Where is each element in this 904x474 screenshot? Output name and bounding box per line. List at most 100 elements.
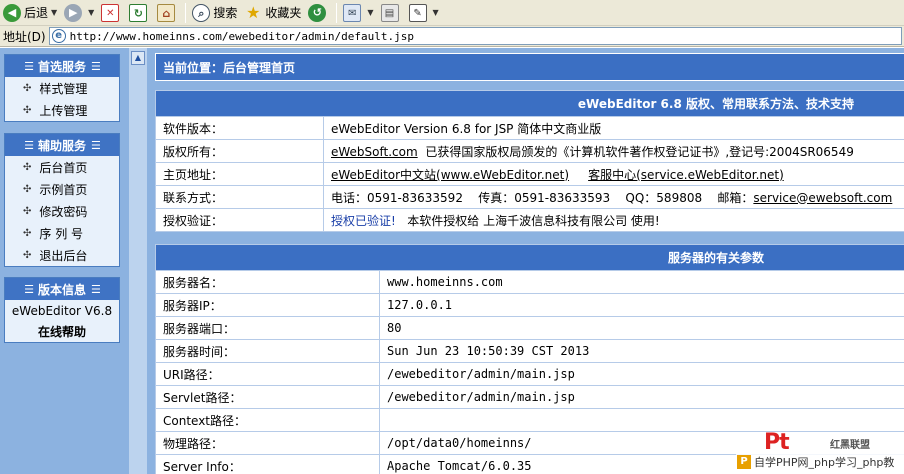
back-arrow-icon: ◀: [3, 3, 21, 22]
back-button[interactable]: ◀ 后退 ▼: [0, 2, 60, 24]
forward-arrow-icon: ▶: [64, 3, 83, 22]
bars-icon: ☰: [91, 282, 101, 296]
sidebar-item-upload-manage[interactable]: ✣ 上传管理: [5, 99, 119, 121]
sidebar-item-label[interactable]: 后台首页: [39, 159, 87, 176]
table-row: 授权验证： 授权已验证! 本软件授权给 上海千波信息科技有限公司 使用!: [155, 208, 904, 232]
panel-version-info: ☰ 版本信息 ☰ eWebEditor V6.8 在线帮助: [4, 277, 120, 343]
bullet-icon: ✣: [23, 183, 32, 195]
contact-email-link[interactable]: service@ewebsoft.com: [753, 191, 892, 205]
table-row: Context路径：: [155, 408, 904, 432]
table-row: 主页地址： eWebEditor中文站(www.eWebEditor.net) …: [155, 162, 904, 186]
stop-button[interactable]: ✕: [98, 2, 125, 24]
server-table-header: 服务器的有关参数: [155, 244, 904, 271]
sidebar: ☰ 首选服务 ☰ ✣ 样式管理 ✣ 上传管理 ☰ 辅助服务 ☰ ✣ 后台首页 ✣…: [0, 48, 128, 474]
contact-text: 电话：0591-83633592 传真：0591-83633593 QQ：589…: [331, 190, 754, 205]
bullet-icon: ✣: [23, 161, 32, 173]
bars-icon: ☰: [24, 59, 34, 73]
bullet-icon: ✣: [23, 82, 32, 94]
info-table-header: eWebEditor 6.8 版权、常用联系方法、技术支持: [155, 90, 904, 117]
homepage-link-service[interactable]: 客服中心(service.eWebEditor.net): [588, 168, 784, 182]
address-bar: 地址(D) e http://www.homeinns.com/ewebedit…: [0, 26, 904, 47]
copyright-link[interactable]: eWebSoft.com: [331, 145, 418, 159]
copyright-text: 已获得国家版权局颁发的《计算机软件著作权登记证书》,登记号:2004SR0654…: [425, 144, 854, 159]
license-label: 授权验证：: [155, 208, 324, 232]
address-input[interactable]: e http://www.homeinns.com/ewebeditor/adm…: [48, 27, 902, 45]
sidebar-item-change-password[interactable]: ✣ 修改密码: [5, 200, 119, 222]
chevron-down-icon[interactable]: ▼: [367, 8, 373, 17]
panel-preferred-services: ☰ 首选服务 ☰ ✣ 样式管理 ✣ 上传管理: [4, 54, 120, 122]
chevron-down-icon[interactable]: ▼: [88, 8, 94, 17]
sidebar-item-serial-number[interactable]: ✣ 序 列 号: [5, 222, 119, 244]
sidebar-item-style-manage[interactable]: ✣ 样式管理: [5, 77, 119, 99]
forward-button[interactable]: ▶ ▼: [61, 2, 97, 24]
current-location: 当前位置：后台管理首页: [155, 53, 904, 81]
table-row: 服务器时间： Sun Jun 23 10:50:39 CST 2013: [155, 339, 904, 363]
address-url[interactable]: http://www.homeinns.com/ewebeditor/admin…: [70, 30, 414, 43]
bullet-icon: ✣: [23, 227, 32, 239]
contact-cell: 电话：0591-83633592 传真：0591-83633593 QQ：589…: [323, 185, 904, 209]
sidebar-item-label[interactable]: 修改密码: [39, 203, 87, 220]
table-row: 联系方式： 电话：0591-83633592 传真：0591-83633593 …: [155, 185, 904, 209]
sidebar-item-logout[interactable]: ✣ 退出后台: [5, 244, 119, 266]
online-help-link[interactable]: 在线帮助: [5, 321, 119, 342]
homepage-link-cn[interactable]: eWebEditor中文站(www.eWebEditor.net): [331, 168, 569, 182]
server-param-label: Context路径：: [155, 408, 380, 432]
browser-toolbar: ◀ 后退 ▼ ▶ ▼ ✕ ↻ ⌂ ⌕ 搜索 ★ 收藏夹 ↺ ✉ ▼ ▤ ✎ ▼: [0, 0, 904, 26]
watermark-text: 自学PHP网_php学习_php教: [754, 456, 895, 469]
page-icon: e: [51, 29, 66, 43]
sidebar-item-label[interactable]: 示例首页: [39, 181, 87, 198]
search-icon: ⌕: [192, 3, 211, 22]
home-button[interactable]: ⌂: [154, 2, 181, 24]
server-param-label: 服务器时间：: [155, 339, 380, 363]
version-label: 软件版本：: [155, 116, 324, 140]
table-row: 服务器端口： 80: [155, 316, 904, 340]
table-row: 服务器IP： 127.0.0.1: [155, 293, 904, 317]
chevron-down-icon[interactable]: ▼: [433, 8, 439, 17]
chevron-down-icon[interactable]: ▼: [51, 8, 57, 17]
star-icon: ★: [246, 2, 261, 22]
sidebar-item-demo-home[interactable]: ✣ 示例首页: [5, 178, 119, 200]
panel-title: 版本信息: [37, 282, 86, 297]
homepage-cell: eWebEditor中文站(www.eWebEditor.net) 客服中心(s…: [323, 162, 904, 186]
bars-icon: ☰: [91, 59, 101, 73]
toolbar-separator: [185, 2, 187, 23]
address-label: 地址(D): [3, 29, 46, 44]
server-param-label: Server Info：: [155, 454, 380, 474]
sidebar-item-label[interactable]: 上传管理: [39, 102, 87, 119]
sidebar-item-label[interactable]: 序 列 号: [39, 225, 83, 242]
license-status: 授权已验证!: [331, 213, 396, 228]
copyright-label: 版权所有：: [155, 139, 324, 163]
edit-button[interactable]: ✎ ▼: [406, 2, 442, 24]
contact-label: 联系方式：: [155, 185, 324, 209]
server-param-label: URI路径：: [155, 362, 380, 386]
main-content: 当前位置：后台管理首页 eWebEditor 6.8 版权、常用联系方法、技术支…: [147, 48, 904, 474]
history-icon: ↺: [308, 3, 327, 22]
history-button[interactable]: ↺: [305, 2, 332, 24]
version-text: eWebEditor V6.8: [11, 303, 113, 318]
sidebar-item-admin-home[interactable]: ✣ 后台首页: [5, 156, 119, 178]
server-param-label: 物理路径：: [155, 431, 380, 455]
sidebar-item-label[interactable]: 样式管理: [39, 80, 87, 97]
refresh-button[interactable]: ↻: [126, 2, 153, 24]
license-cell: 授权已验证! 本软件授权给 上海千波信息科技有限公司 使用!: [323, 208, 904, 232]
server-param-label: 服务器端口：: [155, 316, 380, 340]
mail-button[interactable]: ✉ ▼: [340, 2, 376, 24]
panel-title: 首选服务: [37, 59, 86, 74]
search-button[interactable]: ⌕ 搜索: [189, 2, 240, 24]
table-row: 软件版本： eWebEditor Version 6.8 for JSP 简体中…: [155, 116, 904, 140]
table-row: URI路径：/ewebeditor/admin/main.jsp: [155, 362, 904, 386]
sidebar-item-label[interactable]: 退出后台: [39, 247, 87, 264]
print-button[interactable]: ▤: [378, 2, 405, 24]
collapse-arrow-icon[interactable]: ▲: [131, 51, 145, 65]
server-param-value: [379, 408, 904, 432]
server-param-value: /ewebeditor/admin/main.jsp: [379, 362, 904, 386]
bars-icon: ☰: [91, 138, 101, 152]
table-row: Servlet路径：/ewebeditor/admin/main.jsp: [155, 385, 904, 409]
info-title: eWebEditor 6.8 版权、常用联系方法、技术支持: [155, 90, 904, 117]
edit-icon: ✎: [408, 3, 427, 22]
favorites-button[interactable]: ★ 收藏夹: [241, 2, 304, 24]
frame-splitter[interactable]: ▲: [128, 48, 147, 474]
toolbar-separator: [336, 2, 338, 23]
panel-auxiliary-services: ☰ 辅助服务 ☰ ✣ 后台首页 ✣ 示例首页 ✣ 修改密码 ✣ 序 列 号 ✣ …: [4, 133, 120, 267]
panel-header: ☰ 版本信息 ☰: [5, 278, 119, 300]
